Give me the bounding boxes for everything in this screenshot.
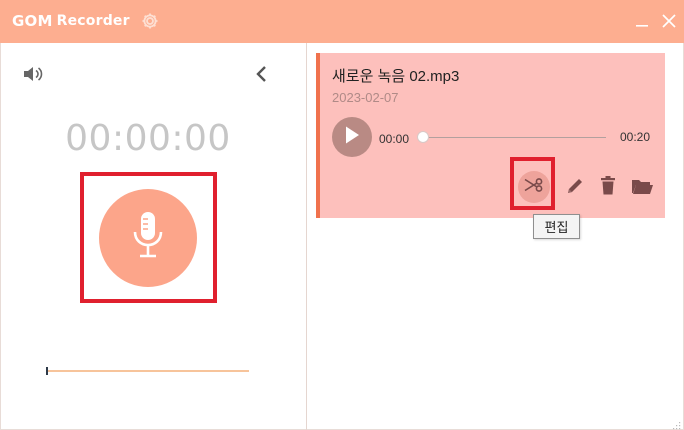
window-border (0, 43, 1, 430)
pencil-icon[interactable] (564, 175, 586, 197)
play-button[interactable] (332, 117, 372, 157)
close-icon[interactable] (660, 12, 678, 30)
duration: 00:20 (620, 130, 651, 144)
recording-item[interactable]: 새로운 녹음 02.mp3 2023-02-07 00:00 00:20 (316, 53, 665, 218)
resize-grip-icon[interactable] (671, 417, 681, 430)
elapsed-timer: 00:00:00 (65, 118, 231, 159)
minimize-icon[interactable] (634, 12, 650, 30)
chevron-left-icon[interactable] (254, 64, 270, 84)
edit-tooltip: 편집 (533, 214, 580, 239)
title-bar: GOM Recorder (0, 0, 684, 43)
trash-icon[interactable] (598, 175, 618, 197)
input-level-meter (48, 370, 249, 372)
playback-slider-handle[interactable] (417, 131, 429, 143)
logo-secondary: Recorder (56, 13, 130, 29)
playback-progress-bar[interactable] (421, 137, 606, 138)
speaker-icon[interactable] (22, 64, 44, 84)
recording-title: 새로운 녹음 02.mp3 (332, 68, 460, 85)
record-button[interactable] (99, 189, 197, 287)
panel-divider (306, 43, 307, 430)
play-icon (343, 125, 361, 150)
edit-highlight-box (510, 157, 555, 210)
app-logo: GOM Recorder (12, 11, 130, 31)
microphone-icon (130, 210, 166, 267)
input-level-indicator (46, 367, 48, 375)
gear-icon[interactable] (140, 11, 160, 31)
recording-date: 2023-02-07 (332, 90, 399, 105)
folder-open-icon[interactable] (630, 175, 654, 197)
current-time: 00:00 (379, 132, 410, 146)
logo-primary: GOM (12, 12, 53, 30)
